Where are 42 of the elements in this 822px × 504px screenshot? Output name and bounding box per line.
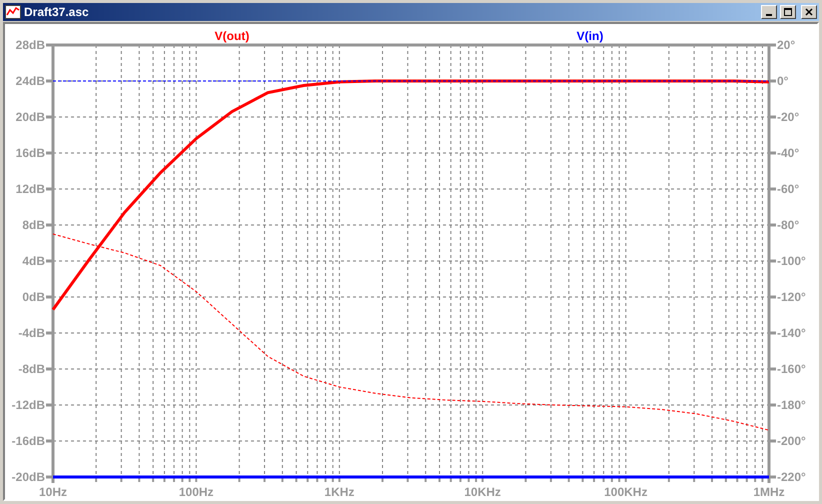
close-button[interactable]	[801, 5, 817, 19]
close-icon	[805, 8, 813, 16]
axis-label: -100°	[777, 254, 806, 268]
axis-label: 4dB	[22, 254, 45, 268]
axis-label: 24dB	[16, 74, 45, 88]
axis-label: -140°	[777, 326, 806, 340]
axis-label: -180°	[777, 398, 806, 412]
axis-label: 28dB	[16, 38, 45, 52]
axis-label: 100KHz	[604, 485, 648, 499]
maximize-button[interactable]	[780, 5, 796, 19]
axis-label: 10KHz	[464, 485, 501, 499]
axis-label: 100Hz	[178, 485, 214, 499]
minimize-button[interactable]	[761, 5, 777, 19]
axis-label: -20dB	[12, 470, 45, 484]
axis-label: -160°	[777, 362, 806, 376]
chart-icon	[5, 5, 21, 19]
axis-label: -20°	[777, 110, 800, 124]
axis-label: -200°	[777, 434, 806, 448]
axis-label: 12dB	[16, 182, 45, 196]
axis-label: 10Hz	[39, 485, 67, 499]
axis-label: -60°	[777, 182, 800, 196]
axis-label: 1MHz	[753, 485, 785, 499]
axis-label: -80°	[777, 218, 800, 232]
axis-label: 1KHz	[324, 485, 354, 499]
axis-label: -120°	[777, 290, 806, 304]
axis-label: -4dB	[18, 326, 45, 340]
axis-label: 20°	[777, 38, 796, 52]
window-title: Draft37.asc	[24, 4, 90, 21]
trace-label[interactable]: V(out)	[214, 29, 250, 43]
axis-label: -8dB	[18, 362, 45, 376]
axis-label: -12dB	[12, 398, 45, 412]
minimize-icon	[766, 14, 772, 16]
axis-label: -40°	[777, 146, 800, 160]
axis-label: 20dB	[16, 110, 45, 124]
trace-label[interactable]: V(in)	[576, 29, 604, 43]
axis-label: 16dB	[16, 146, 45, 160]
axis-label: -16dB	[12, 434, 45, 448]
axis-label: 8dB	[22, 218, 45, 232]
axis-label: 0dB	[22, 290, 45, 304]
axis-label: -220°	[777, 470, 806, 484]
maximize-icon	[784, 8, 792, 16]
axis-label: 0°	[777, 74, 788, 88]
